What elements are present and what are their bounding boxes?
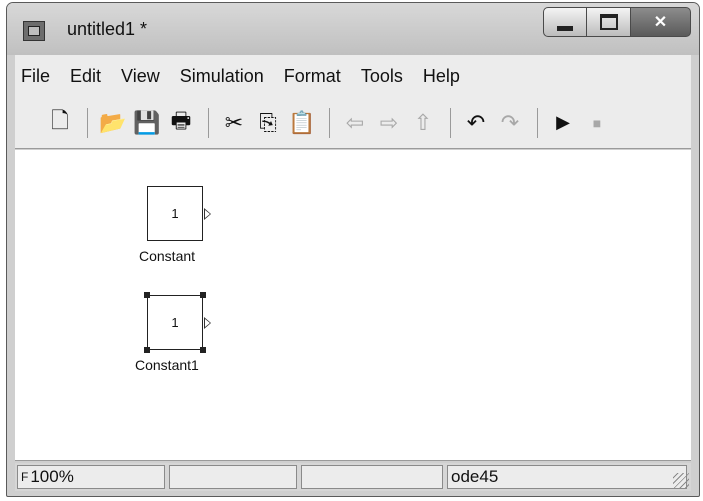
open-icon[interactable]: 📂 <box>98 108 128 138</box>
simulink-app-icon[interactable] <box>23 21 45 41</box>
menu-bar: File Edit View Simulation Format Tools H… <box>15 55 691 97</box>
toolbar-separator <box>208 107 209 138</box>
undo-icon[interactable]: ↶ <box>461 108 491 138</box>
selection-handle[interactable] <box>200 347 206 353</box>
status-cell <box>169 465 297 489</box>
title-bar[interactable]: untitled1 * ✕ <box>7 3 699 55</box>
output-port[interactable] <box>204 208 211 220</box>
resize-grip[interactable] <box>673 473 689 489</box>
menu-tools[interactable]: Tools <box>361 66 403 87</box>
status-prefix: F <box>21 470 29 484</box>
paste-icon[interactable]: 📋 <box>287 108 317 138</box>
status-cell <box>301 465 443 489</box>
new-icon[interactable]: 🗋 <box>45 108 75 138</box>
selection-handle[interactable] <box>200 292 206 298</box>
status-zoom: F 100% <box>17 465 165 489</box>
block-value: 1 <box>171 315 179 330</box>
simulink-window: untitled1 * ✕ File Edit View Simulation … <box>6 2 700 497</box>
status-bar: F 100% ode45 <box>15 463 691 491</box>
maximize-icon <box>599 14 618 30</box>
constant-block[interactable]: 1 <box>147 186 211 241</box>
constant1-block[interactable]: 1 <box>144 292 211 353</box>
up-icon[interactable]: ⇧ <box>408 108 438 138</box>
save-icon[interactable]: 💾 <box>132 108 162 138</box>
maximize-button[interactable] <box>587 7 631 37</box>
back-icon[interactable]: ⇦ <box>340 108 370 138</box>
close-icon: ✕ <box>653 14 668 31</box>
menu-simulation[interactable]: Simulation <box>180 66 264 87</box>
status-solver: ode45 <box>447 465 687 489</box>
copy-icon[interactable]: ⎘ <box>253 108 283 138</box>
window-controls: ✕ <box>543 7 691 37</box>
zoom-level: 100% <box>30 467 74 486</box>
menu-file[interactable]: File <box>21 66 50 87</box>
menu-edit[interactable]: Edit <box>70 66 101 87</box>
selection-handle[interactable] <box>144 347 150 353</box>
toolbar-separator <box>537 107 538 138</box>
close-button[interactable]: ✕ <box>631 7 691 37</box>
toolbar-separator <box>450 107 451 138</box>
minimize-button[interactable] <box>543 7 587 37</box>
stop-icon[interactable]: ■ <box>582 108 612 138</box>
menu-format[interactable]: Format <box>284 66 341 87</box>
block-value: 1 <box>171 206 179 221</box>
block-label[interactable]: Constant <box>139 248 195 264</box>
cut-icon[interactable]: ✂ <box>219 108 249 138</box>
output-port[interactable] <box>204 317 211 329</box>
print-icon[interactable]: 🖶 <box>166 108 196 138</box>
forward-icon[interactable]: ⇨ <box>374 108 404 138</box>
toolbar: 🗋 📂 💾 🖶 ✂ ⎘ 📋 ⇦ ⇨ ⇧ ↶ ↷ ▶ ■ <box>15 97 691 149</box>
window-title: untitled1 * <box>67 19 148 39</box>
run-icon[interactable]: ▶ <box>548 108 578 138</box>
selection-handle[interactable] <box>144 292 150 298</box>
minimize-icon <box>557 25 573 31</box>
toolbar-separator <box>87 107 88 138</box>
model-canvas[interactable]: 1 Constant 1 Constant1 <box>15 150 691 461</box>
block-label[interactable]: Constant1 <box>135 357 199 373</box>
toolbar-separator <box>329 107 330 138</box>
redo-icon[interactable]: ↷ <box>495 108 525 138</box>
menu-view[interactable]: View <box>121 66 160 87</box>
menu-help[interactable]: Help <box>423 66 460 87</box>
